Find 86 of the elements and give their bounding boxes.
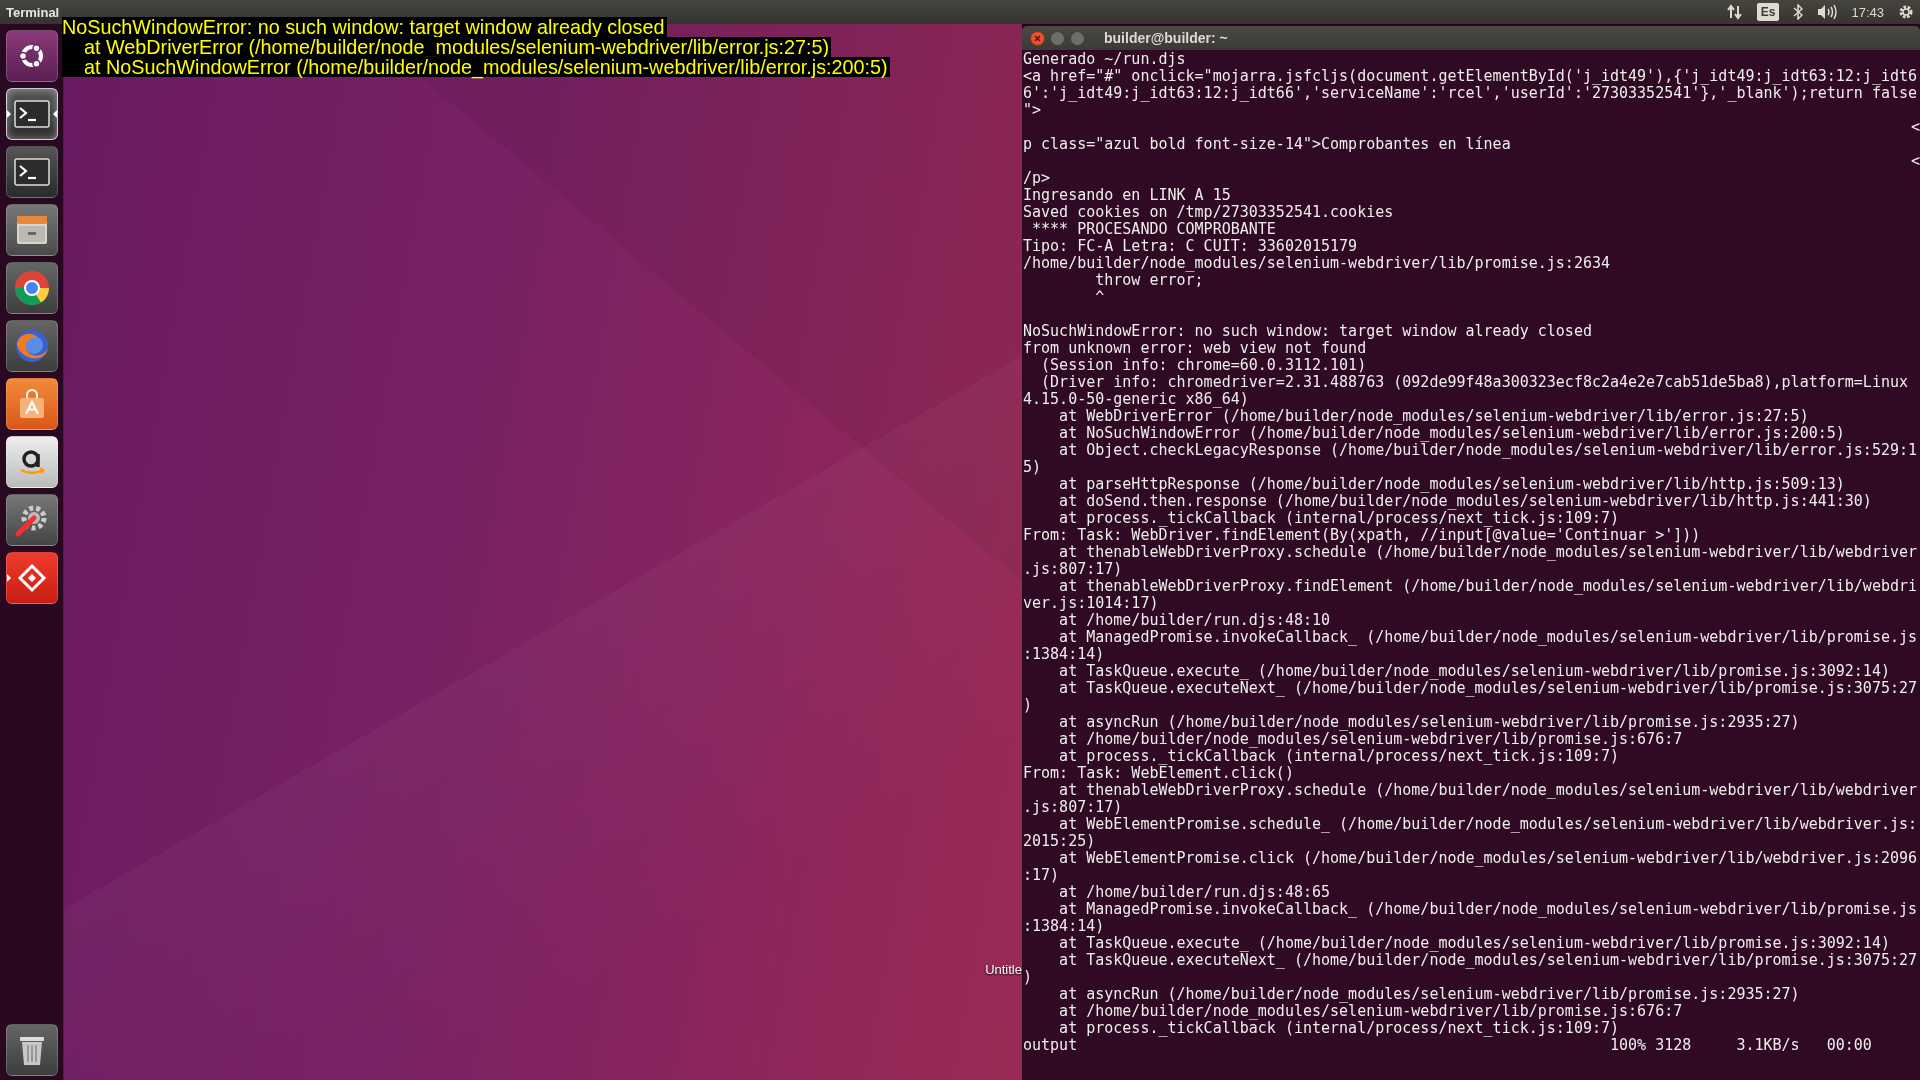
- terminal-line: p class="azul bold font-size-14">Comprobantes en línea: [1023, 136, 1512, 153]
- terminal-line: at /home/builder/run.djs:48:10: [1058, 612, 1332, 629]
- terminal-line: **** PROCESANDO COMPROBANTE: [1031, 221, 1277, 238]
- terminal-line: at thenableWebDriverProxy.findElement (/home/builder/node_modules/selenium-webdriver/lib/webdri: [1058, 578, 1919, 595]
- terminal-line: 2015:25): [1023, 833, 1096, 850]
- launcher-item[interactable]: [5, 262, 58, 314]
- terminal-line: (Driver info: chromedriver=2.31.488763 (092de99f48a300323ecf8c2a4e2e7cab51de5ba8),platform=Linux: [1040, 374, 1909, 391]
- browser-icon: [13, 270, 50, 306]
- terminal-line: at /home/builder/run.djs:48:65: [1058, 884, 1332, 901]
- terminal-line: at parseHttpResponse (/home/builder/node_modules/selenium-webdriver/lib/http.js:509:13): [1058, 476, 1846, 493]
- terminal-line: from unknown error: web view not found: [1023, 340, 1368, 357]
- terminal-line: at TaskQueue.execute_ (/home/builder/node_modules/selenium-webdriver/lib/promise.js:3092:14): [1058, 663, 1891, 680]
- terminal-icon: [13, 158, 50, 186]
- terminal-line: 5): [1023, 459, 1043, 476]
- terminal-line: at Object.checkLegacyResponse (/home/builder/node_modules/selenium-webdriver/lib/error.js:529:1: [1058, 442, 1919, 459]
- terminal-line: at process._tickCallback (internal/process/next_tick.js:109:7): [1058, 1020, 1620, 1037]
- close-button[interactable]: [1030, 30, 1045, 46]
- terminal-line: output: [1023, 1037, 1079, 1054]
- close-icon: [1034, 34, 1041, 42]
- launcher-item[interactable]: [5, 30, 58, 82]
- terminal-line: at thenableWebDriverProxy.schedule (/home/builder/node_modules/selenium-webdriver/lib/webdriver: [1058, 544, 1919, 561]
- terminal-line: :17): [1023, 867, 1060, 884]
- terminal-line: 6':'j_idt49:j_idt63:12:j_idt66','serviceName':'rcel','userId':'27303352541'},'_blank');return false: [1023, 85, 1919, 102]
- terminal-line: at asyncRun (/home/builder/node_modules/selenium-webdriver/lib/promise.js:2935:27): [1058, 714, 1801, 731]
- window-title: builder@builder: ~: [1104, 30, 1228, 46]
- terminal-line: ">: [1023, 102, 1042, 119]
- launcher-item[interactable]: [5, 146, 58, 198]
- launcher-item[interactable]: [5, 494, 58, 546]
- terminal-line: at NoSuchWindowError (/home/builder/node_modules/selenium-webdriver/lib/error.js:200:5): [1058, 425, 1846, 442]
- bluetooth-icon[interactable]: [1793, 4, 1804, 20]
- launcher-item[interactable]: [5, 88, 58, 140]
- launcher-item[interactable]: [5, 378, 58, 430]
- terminal-line: throw error;: [1095, 272, 1204, 289]
- terminal-line: at process._tickCallback (internal/process/next_tick.js:109:7): [1058, 748, 1620, 765]
- terminal-line: at process._tickCallback (internal/process/next_tick.js:109:7): [1058, 510, 1620, 527]
- terminal-line: .js:807:17): [1023, 561, 1124, 578]
- terminal-line: at TaskQueue.executeNext_ (/home/builder/node_modules/selenium-webdriver/lib/promise.js:3075:27: [1058, 952, 1919, 969]
- terminal-line: ): [1023, 969, 1034, 986]
- launcher-item[interactable]: [5, 436, 58, 488]
- terminal-line: ^: [1094, 289, 1106, 306]
- terminal-line: Saved cookies on /tmp/27303352541.cookies: [1023, 204, 1395, 221]
- app-title: Terminal: [6, 4, 60, 20]
- terminal-line: at asyncRun (/home/builder/node_modules/selenium-webdriver/lib/promise.js:2935:27): [1058, 986, 1801, 1003]
- gear-icon[interactable]: [1898, 4, 1914, 20]
- trash-button[interactable]: [5, 1024, 58, 1076]
- terminal-line: Ingresando en LINK A 15: [1023, 187, 1232, 204]
- volume-icon[interactable]: [1817, 4, 1838, 20]
- fox-globe-icon: [13, 328, 50, 364]
- launcher-item[interactable]: [5, 320, 58, 372]
- file-cabinet-icon: [14, 214, 49, 246]
- terminal-line: :1384:14): [1023, 646, 1105, 663]
- terminal-line: /p>: [1023, 170, 1052, 187]
- terminal-line: 4.15.0-50-generic x86_64): [1023, 391, 1250, 408]
- terminal-line: at WebElementPromise.click (/home/builder/node_modules/selenium-webdriver/lib/webdriver.js:2096: [1058, 850, 1919, 867]
- terminal-line: Tipo: FC-A Letra: C CUIT: 33602015179: [1023, 238, 1359, 255]
- desktop-icon-label[interactable]: Untitle: [985, 962, 1022, 977]
- terminal-line: at /home/builder/node_modules/selenium-webdriver/lib/promise.js:676:7: [1058, 1003, 1683, 1020]
- terminal-line: at TaskQueue.executeNext_ (/home/builder/node_modules/selenium-webdriver/lib/promise.js:3075:27: [1058, 680, 1919, 697]
- terminal-line: Generado ~/run.djs: [1023, 51, 1187, 68]
- clock[interactable]: 17:43: [1851, 4, 1884, 20]
- terminal-line: at /home/builder/node_modules/selenium-webdriver/lib/promise.js:676:7: [1058, 731, 1683, 748]
- terminal-line: <a href="#" onclick="mojarra.jsfcljs(document.getElementById('j_idt49'),{'j_idt49:j_idt63:12:j_idt6: [1023, 68, 1919, 85]
- terminal-line: at ManagedPromise.invokeCallback_ (/home/builder/node_modules/selenium-webdriver/lib/promise.js: [1058, 629, 1919, 646]
- terminal-line: (Session info: chrome=60.0.3112.101): [1040, 357, 1368, 374]
- terminal-line: .js:807:17): [1023, 799, 1124, 816]
- transfer-stats: 100% 3128 3.1KB/s 00:00: [1610, 1037, 1872, 1054]
- terminal-line: <: [1909, 153, 1920, 170]
- terminal-icon: [13, 100, 50, 128]
- keyboard-layout-indicator[interactable]: Es: [1756, 3, 1780, 21]
- launcher-item[interactable]: [5, 204, 58, 256]
- terminal-line: /home/builder/node_modules/selenium-webdriver/lib/promise.js:2634: [1023, 255, 1611, 272]
- network-arrows-icon[interactable]: [1726, 4, 1743, 20]
- terminal-line: at WebDriverError (/home/builder/node_modules/selenium-webdriver/lib/error.js:27:5): [1058, 408, 1810, 425]
- terminal-line: From: Task: WebDriver.findElement(By(xpath, //input[@value='Continuar >'])): [1023, 527, 1702, 544]
- terminal-line: <: [1909, 119, 1920, 136]
- terminal-line: :1384:14): [1023, 918, 1105, 935]
- launcher-item[interactable]: [5, 552, 58, 604]
- terminal-line: ver.js:1014:17): [1023, 595, 1160, 612]
- terminal-line: ): [1023, 697, 1034, 714]
- terminal-line: at doSend.then.response (/home/builder/node_modules/selenium-webdriver/lib/http.js:441:30): [1058, 493, 1873, 510]
- terminal-line: at TaskQueue.execute_ (/home/builder/node_modules/selenium-webdriver/lib/promise.js:3092:14): [1058, 935, 1891, 952]
- terminal-line: From: Task: WebElement.click(): [1023, 765, 1294, 782]
- terminal-line: at WebElementPromise.schedule_ (/home/builder/node_modules/selenium-webdriver/lib/webdriver.js:: [1058, 816, 1919, 833]
- terminal-line: NoSuchWindowError: no such window: target window already closed: [1023, 323, 1593, 340]
- terminal-line: at thenableWebDriverProxy.schedule (/home/builder/node_modules/selenium-webdriver/lib/webdriver: [1058, 782, 1919, 799]
- terminal-line: at ManagedPromise.invokeCallback_ (/home/builder/node_modules/selenium-webdriver/lib/promise.js: [1058, 901, 1919, 918]
